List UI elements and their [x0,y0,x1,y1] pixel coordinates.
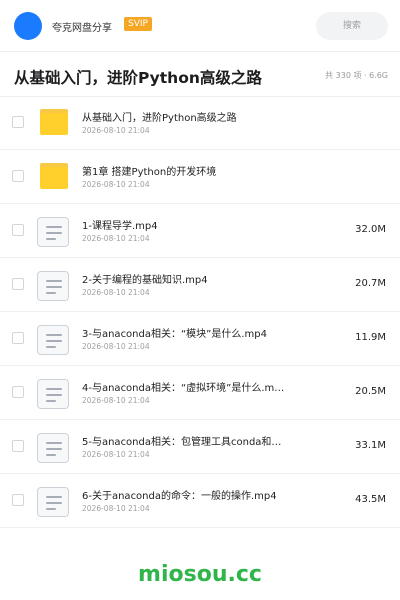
item-date: 2026-08-10 21:04 [82,396,150,405]
item-date: 2026-08-10 21:04 [82,126,150,135]
page-title: 从基础入门，进阶Python高级之路 [14,69,262,87]
select-checkbox[interactable] [12,386,24,398]
document-icon [37,271,69,301]
item-size: 11.9M [355,332,386,343]
item-size: 33.1M [355,440,386,451]
select-checkbox[interactable] [12,224,24,236]
list-item[interactable]: 5-与anaconda相关：包管理工具conda和… 2026-08-10 21:… [0,420,400,474]
folder-icon [40,109,68,135]
document-icon [37,325,69,355]
list-item[interactable]: 1-课程导学.mp4 2026-08-10 21:04 32.0M [0,204,400,258]
watermark: miosou.cc [138,562,262,587]
item-size: 20.7M [355,278,386,289]
item-size: 43.5M [355,494,386,505]
list-item[interactable]: 4-与anaconda相关：“虚拟环境”是什么.m… 2026-08-10 21:… [0,366,400,420]
item-size: 20.5M [355,386,386,397]
list-item[interactable]: 从基础入门，进阶Python高级之路 2026-08-10 21:04 [0,96,400,150]
document-icon [37,433,69,463]
search-input[interactable]: 搜索 [316,12,388,40]
item-name: 4-与anaconda相关：“虚拟环境”是什么.m… [82,383,285,394]
top-bar: 夸克网盘分享 SVIP 搜索 [0,0,400,52]
item-date: 2026-08-10 21:04 [82,450,150,459]
document-icon [37,379,69,409]
item-date: 2026-08-10 21:04 [82,234,150,243]
select-checkbox[interactable] [12,494,24,506]
item-name: 1-课程导学.mp4 [82,221,158,232]
list-item[interactable]: 2-关于编程的基础知识.mp4 2026-08-10 21:04 20.7M [0,258,400,312]
select-checkbox[interactable] [12,278,24,290]
item-size: 32.0M [355,224,386,235]
select-checkbox[interactable] [12,116,24,128]
item-date: 2026-08-10 21:04 [82,288,150,297]
list-item[interactable]: 6-关于anaconda的命令：一般的操作.mp4 2026-08-10 21:0… [0,474,400,528]
item-name: 从基础入门，进阶Python高级之路 [82,113,237,124]
folder-icon [40,163,68,189]
item-date: 2026-08-10 21:04 [82,180,150,189]
avatar[interactable] [14,12,42,40]
item-date: 2026-08-10 21:04 [82,342,150,351]
select-checkbox[interactable] [12,440,24,452]
svip-badge: SVIP [124,17,152,31]
select-checkbox[interactable] [12,170,24,182]
document-icon [37,487,69,517]
item-name: 5-与anaconda相关：包管理工具conda和… [82,437,282,448]
folder-meta: 共 330 项 · 6.6G [325,71,388,80]
item-name: 6-关于anaconda的命令：一般的操作.mp4 [82,491,277,502]
item-name: 2-关于编程的基础知识.mp4 [82,275,208,286]
file-list: 从基础入门，进阶Python高级之路 2026-08-10 21:04 第1章 搭建… [0,96,400,528]
item-name: 第1章 搭建Python的开发环境 [82,167,217,178]
list-item[interactable]: 3-与anaconda相关：“模块”是什么.mp4 2026-08-10 21:0… [0,312,400,366]
item-name: 3-与anaconda相关：“模块”是什么.mp4 [82,329,267,340]
select-checkbox[interactable] [12,332,24,344]
username: 夸克网盘分享 [52,23,112,34]
item-date: 2026-08-10 21:04 [82,504,150,513]
list-item[interactable]: 第1章 搭建Python的开发环境 2026-08-10 21:04 [0,150,400,204]
document-icon [37,217,69,247]
